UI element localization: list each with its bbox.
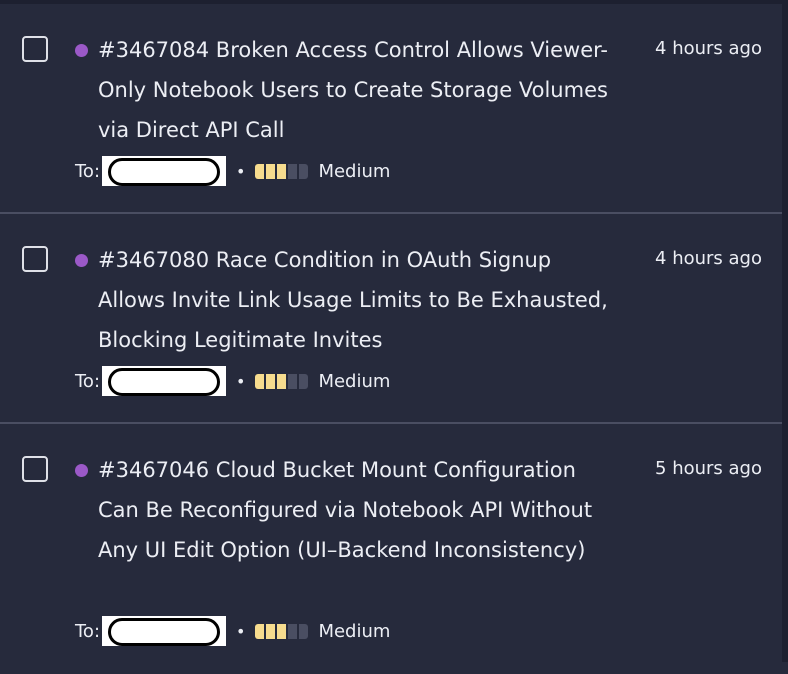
report-title-link[interactable]: #3467084 Broken Access Control Allows Vi… — [98, 30, 623, 150]
report-timestamp: 4 hours ago — [655, 248, 762, 269]
to-label: To: — [75, 370, 101, 392]
report-meta: To: • Medium — [75, 156, 390, 186]
scrollbar-track[interactable] — [782, 0, 788, 662]
status-dot-icon — [75, 44, 88, 57]
report-row[interactable]: #3467046 Cloud Bucket Mount Configuratio… — [0, 424, 782, 674]
severity-segment — [299, 163, 309, 179]
select-checkbox[interactable] — [22, 456, 48, 482]
report-timestamp: 5 hours ago — [655, 458, 762, 479]
to-label: To: — [75, 160, 101, 182]
report-list: #3467084 Broken Access Control Allows Vi… — [0, 4, 782, 674]
severity-segment — [277, 373, 287, 389]
redacted-recipient — [102, 366, 227, 396]
severity-segment — [277, 623, 287, 639]
report-title-link[interactable]: #3467080 Race Condition in OAuth Signup … — [98, 240, 623, 360]
severity-label: Medium — [318, 620, 391, 642]
severity-segment — [255, 163, 265, 179]
separator-bullet: • — [236, 161, 246, 181]
severity-segment — [255, 373, 265, 389]
severity-segment — [266, 373, 276, 389]
severity-segment — [266, 163, 276, 179]
select-checkbox[interactable] — [22, 246, 48, 272]
report-row[interactable]: #3467084 Broken Access Control Allows Vi… — [0, 4, 782, 214]
report-meta: To: • Medium — [75, 616, 390, 646]
severity-label: Medium — [318, 160, 391, 182]
report-row[interactable]: #3467080 Race Condition in OAuth Signup … — [0, 214, 782, 424]
report-timestamp: 4 hours ago — [655, 38, 762, 59]
severity-segment — [299, 623, 309, 639]
separator-bullet: • — [236, 371, 246, 391]
status-dot-icon — [75, 464, 88, 477]
severity-meter — [255, 373, 309, 389]
severity-meter — [255, 623, 309, 639]
severity-label: Medium — [318, 370, 391, 392]
report-meta: To: • Medium — [75, 366, 390, 396]
redacted-recipient — [102, 156, 227, 186]
severity-segment — [288, 623, 298, 639]
redacted-recipient — [102, 616, 227, 646]
report-title-link[interactable]: #3467046 Cloud Bucket Mount Configuratio… — [98, 450, 623, 570]
severity-meter — [255, 163, 309, 179]
severity-segment — [288, 373, 298, 389]
severity-segment — [266, 623, 276, 639]
severity-segment — [288, 163, 298, 179]
severity-segment — [299, 373, 309, 389]
severity-segment — [255, 623, 265, 639]
severity-segment — [277, 163, 287, 179]
status-dot-icon — [75, 254, 88, 267]
to-label: To: — [75, 620, 101, 642]
select-checkbox[interactable] — [22, 36, 48, 62]
separator-bullet: • — [236, 621, 246, 641]
